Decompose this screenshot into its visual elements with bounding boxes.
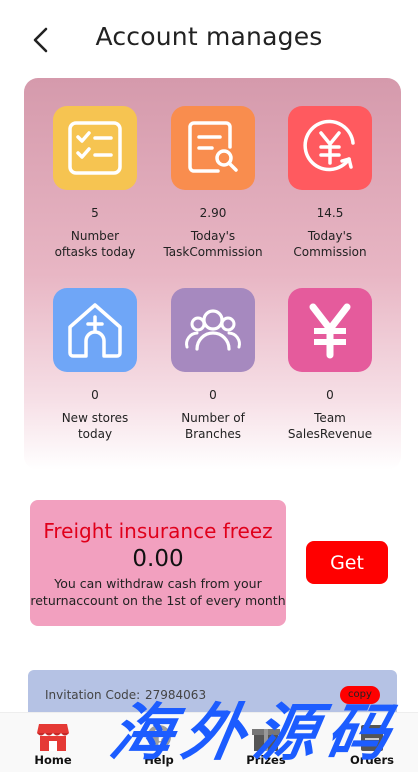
stats-card: 5 Number oftasks today 2.90 Today's Task…: [24, 78, 401, 470]
nav-label: Help: [144, 753, 174, 767]
stat-icon-box: [171, 106, 255, 190]
team-icon: [185, 309, 241, 351]
stat-label: Team SalesRevenue: [287, 411, 373, 441]
stat-commission[interactable]: 14.5 Today's Commission: [271, 106, 389, 260]
document-search-icon: [188, 121, 238, 173]
copy-button[interactable]: copy: [340, 686, 380, 704]
checklist-icon: [68, 121, 122, 175]
page-title: Account manages: [95, 22, 323, 51]
orders-icon: [361, 725, 383, 751]
gift-icon: [252, 729, 280, 751]
stat-label: Number oftasks today: [54, 229, 136, 259]
nav-label: Orders: [350, 753, 394, 767]
header: Account manages: [0, 0, 418, 78]
freight-insurance-card: Freight insurance freez 0.00 You can wit…: [30, 500, 286, 626]
stat-icon-box: [288, 106, 372, 190]
get-button[interactable]: Get: [306, 541, 388, 584]
store-add-icon: [68, 303, 122, 358]
stat-icon-box: [53, 288, 137, 372]
stat-new-stores[interactable]: 0 New stores today: [36, 288, 154, 442]
freight-amount: 0.00: [132, 546, 184, 572]
stat-label: Today's TaskCommission: [163, 229, 263, 259]
stat-value: 0: [209, 388, 217, 402]
stat-branches[interactable]: 0 Number of Branches: [154, 288, 272, 442]
bottom-nav: Home Help Prizes Orders: [0, 712, 418, 772]
freight-description: You can withdraw cash from your returnac…: [30, 576, 286, 608]
yen-refresh-icon: [303, 119, 355, 172]
stat-icon-box: [53, 106, 137, 190]
stat-value: 2.90: [199, 206, 227, 220]
nav-label: Home: [34, 753, 72, 767]
stat-value: 0: [91, 388, 99, 402]
stat-team-sales-revenue[interactable]: 0 Team SalesRevenue: [271, 288, 389, 442]
stat-label: Today's Commission: [293, 229, 367, 259]
stat-value: 5: [91, 206, 99, 220]
nav-item-orders[interactable]: Orders: [320, 713, 418, 772]
nav-item-home[interactable]: Home: [1, 713, 105, 772]
stat-value: 14.5: [316, 206, 344, 220]
help-icon: [147, 725, 171, 749]
nav-item-help[interactable]: Help: [107, 713, 211, 772]
yen-icon: [309, 303, 351, 359]
stat-label: Number of Branches: [181, 411, 245, 441]
stat-icon-box: [288, 288, 372, 372]
stat-task-commission[interactable]: 2.90 Today's TaskCommission: [154, 106, 272, 260]
stat-value: 0: [326, 388, 334, 402]
nav-label: Prizes: [246, 753, 286, 767]
invitation-code: 27984063: [145, 688, 207, 702]
nav-item-prizes[interactable]: Prizes: [214, 713, 318, 772]
stat-tasks-today[interactable]: 5 Number oftasks today: [36, 106, 154, 260]
shop-icon: [37, 724, 69, 751]
stat-label: New stores today: [61, 411, 129, 441]
freight-title: Freight insurance freez: [43, 519, 273, 543]
stat-icon-box: [171, 288, 255, 372]
invitation-label: Invitation Code:: [45, 688, 141, 702]
